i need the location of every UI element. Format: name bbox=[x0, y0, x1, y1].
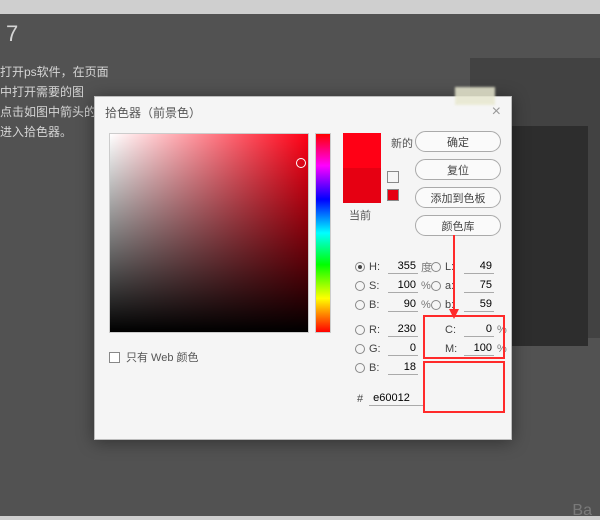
radio-s[interactable] bbox=[355, 281, 365, 291]
radio-h[interactable] bbox=[355, 262, 365, 272]
dialog-titlebar: 拾色器（前景色） × bbox=[95, 97, 511, 127]
input-s[interactable] bbox=[388, 278, 418, 293]
label-lb: b: bbox=[445, 299, 461, 311]
annotation-box-yk bbox=[423, 361, 505, 413]
censored-area bbox=[455, 87, 495, 105]
input-l[interactable] bbox=[464, 259, 494, 274]
label-g: G: bbox=[369, 343, 385, 355]
watermark: Ba bbox=[572, 502, 592, 520]
radio-a[interactable] bbox=[431, 281, 441, 291]
radio-bb[interactable] bbox=[355, 363, 365, 373]
label-m: M: bbox=[445, 343, 461, 355]
ok-button[interactable]: 确定 bbox=[415, 131, 501, 152]
color-field[interactable] bbox=[109, 133, 309, 333]
input-h[interactable] bbox=[388, 259, 418, 274]
hsb-rgb-column: H:度 S:% B:% R: G: B: bbox=[355, 257, 435, 377]
input-g[interactable] bbox=[388, 341, 418, 356]
unit-c: % bbox=[497, 324, 511, 336]
label-b: B: bbox=[369, 299, 385, 311]
radio-l[interactable] bbox=[431, 262, 441, 272]
color-libraries-button[interactable]: 颜色库 bbox=[415, 215, 501, 236]
color-field-cursor[interactable] bbox=[296, 158, 306, 168]
checkbox-icon[interactable] bbox=[109, 352, 120, 363]
label-l: L: bbox=[445, 261, 461, 273]
radio-g[interactable] bbox=[355, 344, 365, 354]
label-s: S: bbox=[369, 280, 385, 292]
dialog-title: 拾色器（前景色） bbox=[105, 104, 201, 121]
add-swatch-button[interactable]: 添加到色板 bbox=[415, 187, 501, 208]
input-c[interactable] bbox=[464, 322, 494, 337]
lab-cmyk-column: L: a: b: C:% M:% bbox=[431, 257, 511, 358]
web-colors-label: 只有 Web 颜色 bbox=[126, 349, 199, 365]
radio-b[interactable] bbox=[355, 300, 365, 310]
hex-input[interactable] bbox=[369, 391, 425, 406]
bg-step-number: 7 bbox=[0, 24, 120, 44]
swatch-new bbox=[343, 133, 381, 168]
input-bb[interactable] bbox=[388, 360, 418, 375]
input-a[interactable] bbox=[464, 278, 494, 293]
label-c: C: bbox=[445, 324, 461, 336]
gamut-swatch[interactable] bbox=[387, 189, 399, 201]
unit-m: % bbox=[497, 343, 511, 355]
label-a: a: bbox=[445, 280, 461, 292]
hex-row: # bbox=[357, 391, 425, 406]
dialog-buttons: 确定 复位 添加到色板 颜色库 bbox=[415, 131, 501, 236]
label-h: H: bbox=[369, 261, 385, 273]
label-r: R: bbox=[369, 324, 385, 336]
color-swatch bbox=[343, 133, 381, 203]
radio-r[interactable] bbox=[355, 325, 365, 335]
input-b[interactable] bbox=[388, 297, 418, 312]
gamut-warning-icon[interactable] bbox=[387, 171, 399, 183]
swatch-current bbox=[343, 168, 381, 203]
input-m[interactable] bbox=[464, 341, 494, 356]
color-picker-dialog: 拾色器（前景色） × 新的 当前 确定 复位 添加到色板 颜色库 H:度 S:%… bbox=[94, 96, 512, 440]
hex-label: # bbox=[357, 393, 363, 405]
close-icon[interactable]: × bbox=[492, 103, 501, 121]
radio-lb[interactable] bbox=[431, 300, 441, 310]
hue-slider[interactable] bbox=[315, 133, 331, 333]
input-lb[interactable] bbox=[464, 297, 494, 312]
web-colors-checkbox[interactable]: 只有 Web 颜色 bbox=[109, 349, 199, 365]
swatch-new-label: 新的 bbox=[391, 135, 413, 151]
swatch-current-label: 当前 bbox=[349, 207, 371, 223]
reset-button[interactable]: 复位 bbox=[415, 159, 501, 180]
label-bb: B: bbox=[369, 362, 385, 374]
input-r[interactable] bbox=[388, 322, 418, 337]
